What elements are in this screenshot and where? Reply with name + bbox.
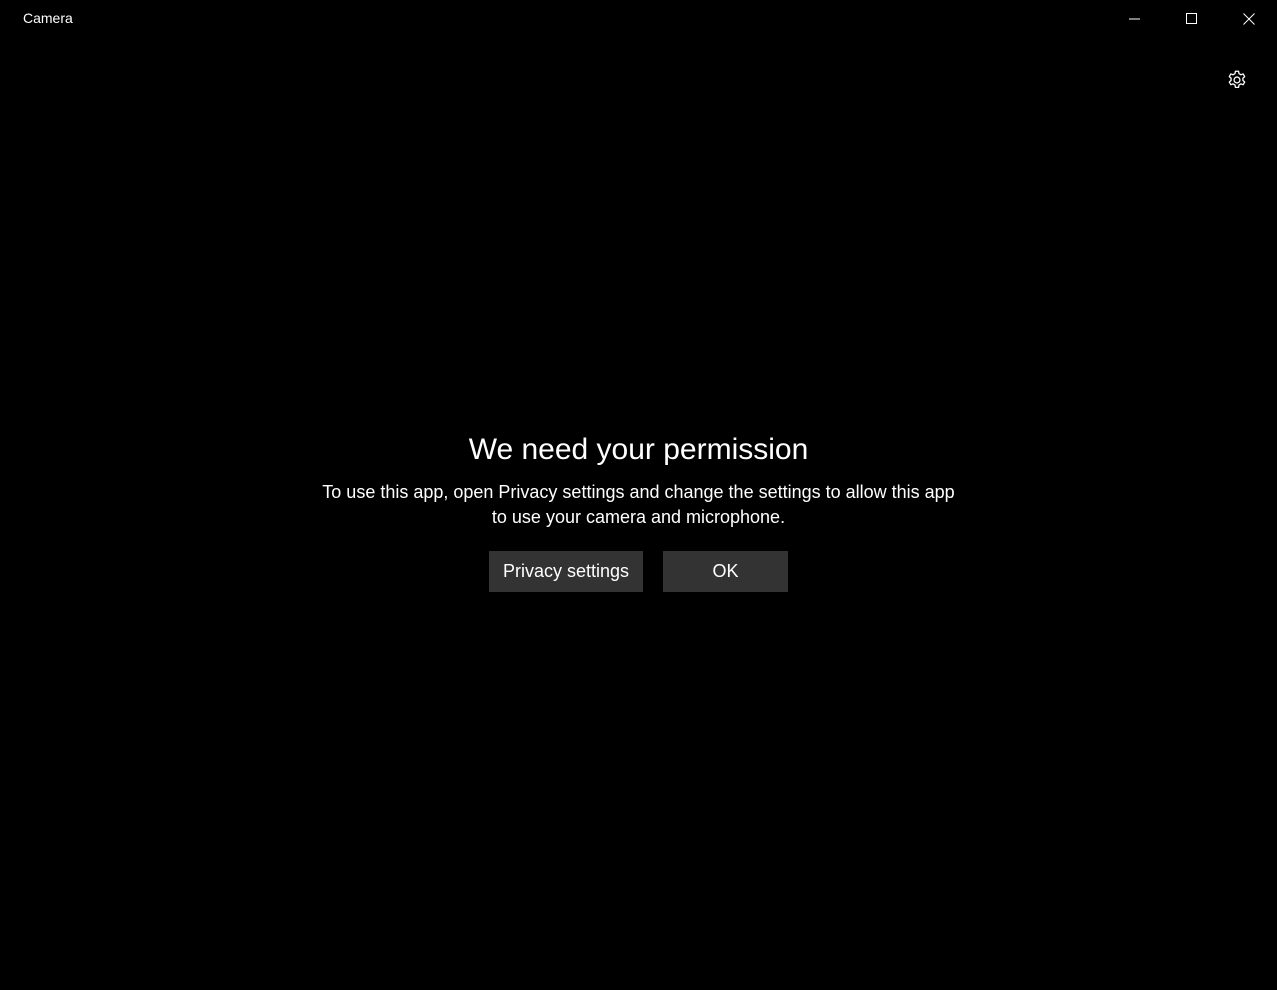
permission-dialog: We need your permission To use this app,…: [0, 430, 1277, 592]
dialog-buttons: Privacy settings OK: [0, 551, 1277, 592]
maximize-icon: [1185, 12, 1197, 24]
dialog-title: We need your permission: [468, 433, 809, 466]
camera-window: Camera We need your permission To use th…: [0, 0, 1277, 990]
close-button[interactable]: [1220, 0, 1277, 37]
close-icon: [1242, 12, 1255, 25]
gear-icon: [1228, 70, 1246, 88]
maximize-button[interactable]: [1163, 0, 1220, 37]
dialog-message: To use this app, open Privacy settings a…: [322, 482, 955, 527]
minimize-button[interactable]: [1106, 0, 1163, 37]
settings-button[interactable]: [1221, 64, 1253, 96]
app-title: Camera: [23, 10, 73, 26]
caption-buttons: [1106, 0, 1277, 37]
title-bar[interactable]: Camera: [0, 0, 1277, 37]
minimize-icon: [1128, 18, 1140, 19]
privacy-settings-button[interactable]: Privacy settings: [489, 551, 643, 592]
ok-button[interactable]: OK: [663, 551, 788, 592]
